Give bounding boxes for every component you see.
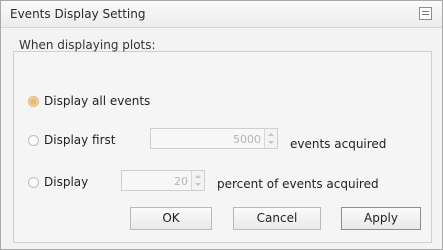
first-events-value: 5000 xyxy=(233,133,261,146)
radio-label-display: Display xyxy=(44,175,89,189)
radio-unselected-icon[interactable] xyxy=(28,134,39,146)
title-bar: Events Display Setting xyxy=(1,1,442,28)
apply-button[interactable]: Apply xyxy=(341,207,421,230)
spin-up-icon[interactable] xyxy=(268,133,274,136)
ok-button[interactable]: OK xyxy=(130,207,212,230)
close-icon[interactable] xyxy=(419,7,432,20)
percent-suffix: percent of events acquired xyxy=(217,177,379,191)
group-label: When displaying plots: xyxy=(19,38,156,52)
cancel-button[interactable]: Cancel xyxy=(233,207,321,230)
events-display-setting-dialog: Events Display Setting When displaying p… xyxy=(0,0,443,250)
radio-unselected-icon[interactable] xyxy=(28,176,39,188)
spin-down-icon[interactable] xyxy=(195,183,201,186)
radio-display-first[interactable]: Display first xyxy=(28,133,116,147)
radio-label-display-first: Display first xyxy=(44,133,116,147)
spin-up-icon[interactable] xyxy=(195,175,201,178)
radio-selected-icon[interactable] xyxy=(28,95,39,107)
radio-display-all-events[interactable]: Display all events xyxy=(28,94,150,108)
percent-spinbox[interactable]: 20 xyxy=(121,170,205,191)
dialog-title: Events Display Setting xyxy=(10,7,146,21)
spinner-arrows-icon[interactable] xyxy=(191,171,204,190)
radio-label-display-all: Display all events xyxy=(44,94,151,108)
first-events-suffix: events acquired xyxy=(290,137,387,151)
radio-display-percent[interactable]: Display xyxy=(28,175,88,189)
first-events-spinbox[interactable]: 5000 xyxy=(150,128,278,149)
spinner-arrows-icon[interactable] xyxy=(264,129,277,148)
spin-down-icon[interactable] xyxy=(268,141,274,144)
percent-value: 20 xyxy=(174,175,188,188)
